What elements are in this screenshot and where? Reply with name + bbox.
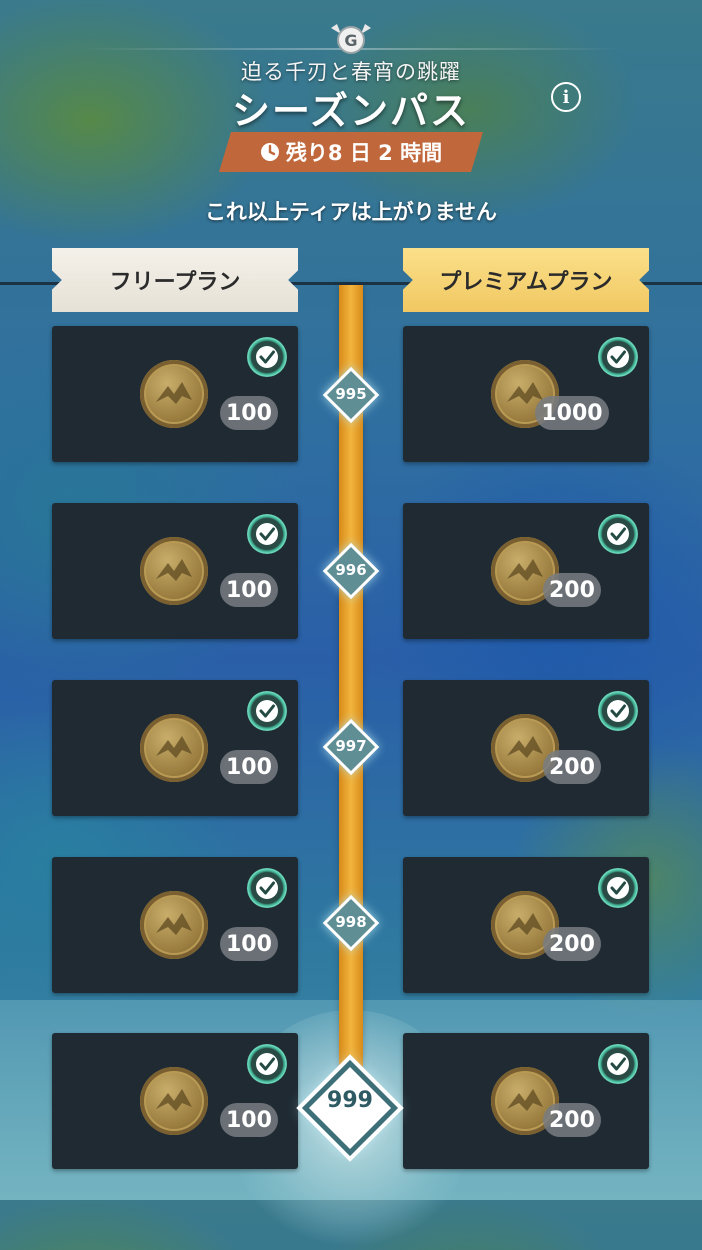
check-icon <box>598 514 638 554</box>
check-icon <box>598 868 638 908</box>
check-icon <box>247 691 287 731</box>
check-icon <box>247 868 287 908</box>
check-icon <box>598 1044 638 1084</box>
max-tier-notice: これ以上ティアは上がりません <box>204 200 498 224</box>
reward-amount: 100 <box>220 1103 278 1137</box>
gold-coin-icon <box>140 891 208 959</box>
svg-text:G: G <box>344 31 357 50</box>
reward-amount: 100 <box>220 573 278 607</box>
premium-reward-card[interactable]: 200 <box>403 1033 649 1169</box>
time-remaining-text: 残り8 日 2 時間 <box>285 141 443 165</box>
clock-icon <box>260 142 280 162</box>
reward-amount: 200 <box>543 750 601 784</box>
premium-plan-label: プレミアムプラン <box>439 270 613 295</box>
reward-amount: 100 <box>220 927 278 961</box>
page-title: シーズンパス <box>231 89 471 133</box>
reward-amount: 100 <box>220 396 278 430</box>
free-reward-card[interactable]: 100 <box>52 503 298 639</box>
check-icon <box>247 1044 287 1084</box>
premium-reward-card[interactable]: 200 <box>403 503 649 639</box>
gold-coin-icon <box>140 360 208 428</box>
premium-reward-card[interactable]: 200 <box>403 857 649 993</box>
reward-amount: 200 <box>543 927 601 961</box>
premium-reward-card[interactable]: 1000 <box>403 326 649 462</box>
free-plan-label: フリープラン <box>109 270 241 295</box>
tier-number: 997 <box>335 737 367 755</box>
tab-free-plan[interactable]: フリープラン <box>52 248 298 312</box>
tier-number: 996 <box>335 561 367 579</box>
crest-icon: G <box>331 24 371 54</box>
check-icon <box>598 337 638 377</box>
time-remaining-badge: 残り8 日 2 時間 <box>219 132 483 172</box>
current-tier-number: 999 <box>327 1088 373 1113</box>
reward-amount: 100 <box>220 750 278 784</box>
reward-amount: 200 <box>543 573 601 607</box>
free-reward-card[interactable]: 100 <box>52 857 298 993</box>
gold-coin-icon <box>140 1067 208 1135</box>
tier-number: 995 <box>335 385 367 403</box>
check-icon <box>598 691 638 731</box>
tab-premium-plan[interactable]: プレミアムプラン <box>403 248 649 312</box>
reward-amount: 200 <box>543 1103 601 1137</box>
check-icon <box>247 514 287 554</box>
premium-reward-card[interactable]: 200 <box>403 680 649 816</box>
free-reward-card[interactable]: 100 <box>52 326 298 462</box>
free-reward-card[interactable]: 100 <box>52 680 298 816</box>
free-reward-card[interactable]: 100 <box>52 1033 298 1169</box>
gold-coin-icon <box>140 714 208 782</box>
info-icon[interactable]: i <box>551 82 581 112</box>
reward-amount: 1000 <box>535 396 609 430</box>
tier-number: 998 <box>335 913 367 931</box>
gold-coin-icon <box>140 537 208 605</box>
check-icon <box>247 337 287 377</box>
